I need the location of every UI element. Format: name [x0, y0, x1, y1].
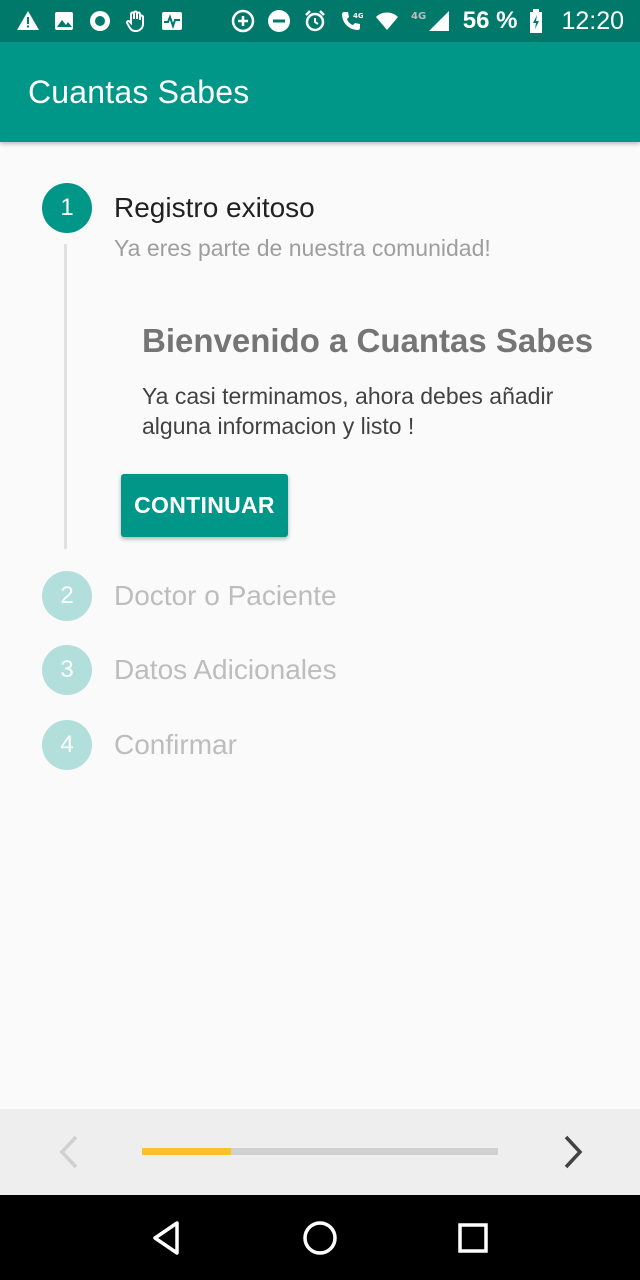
step-2-title: Doctor o Paciente [114, 580, 337, 611]
step-connector-line [64, 244, 67, 549]
step-1-number: 1 [42, 183, 92, 233]
welcome-body-text: Ya casi terminamos, ahora debes añadir a… [142, 383, 554, 439]
status-right-icons: 4G 4G 56 % 12:20 [231, 7, 624, 36]
battery-icon [529, 9, 543, 33]
status-bar: 4G 4G 56 % 12:20 [0, 0, 640, 42]
system-navigation-bar [0, 1195, 640, 1280]
app-bar: Cuantas Sabes [0, 42, 640, 142]
app-title: Cuantas Sabes [28, 73, 250, 110]
step-1-subtitle: Ya eres parte de nuestra comunidad! [114, 235, 491, 261]
step-3-number: 3 [42, 645, 92, 695]
step-3[interactable]: 3 Datos Adicionales [42, 645, 337, 695]
back-chevron-icon[interactable] [52, 1131, 88, 1173]
image-icon [52, 9, 76, 33]
signal-icon: 4G [411, 9, 451, 33]
call-4g-icon: 4G [339, 9, 363, 33]
network-type-label: 4G [411, 11, 426, 22]
hand-icon [124, 9, 148, 33]
step-4[interactable]: 4 Confirmar [42, 720, 237, 770]
back-triangle-icon[interactable] [145, 1216, 189, 1260]
step-1[interactable]: 1 Registro exitoso [42, 183, 315, 233]
home-circle-icon[interactable] [298, 1216, 342, 1260]
continue-button[interactable]: CONTINUAR [121, 474, 288, 537]
welcome-heading: Bienvenido a Cuantas Sabes [142, 322, 594, 359]
status-left-icons [16, 9, 184, 33]
step-1-title: Registro exitoso [114, 192, 315, 223]
stepper-bottom-nav [0, 1109, 640, 1195]
next-chevron-icon[interactable] [556, 1131, 592, 1173]
alert-icon [16, 9, 40, 33]
step-2-number: 2 [42, 571, 92, 621]
wifi-icon [375, 9, 399, 33]
add-circle-icon [231, 9, 255, 33]
step-4-number: 4 [42, 720, 92, 770]
svg-text:4G: 4G [353, 12, 363, 20]
screen: 4G 4G 56 % 12:20 Cuantas Sabes 1 Registr… [0, 0, 640, 1280]
step-progress-fill [142, 1148, 231, 1155]
step-2[interactable]: 2 Doctor o Paciente [42, 571, 337, 621]
step-3-title: Datos Adicionales [114, 654, 337, 685]
status-clock: 12:20 [561, 6, 624, 35]
record-icon [88, 9, 112, 33]
step-4-title: Confirmar [114, 729, 237, 760]
battery-percent: 56 % [462, 7, 518, 34]
activity-icon [160, 9, 184, 33]
minus-circle-icon [267, 9, 291, 33]
alarm-icon [303, 9, 327, 33]
step-progress-bar [142, 1148, 498, 1155]
recents-square-icon[interactable] [451, 1216, 495, 1260]
